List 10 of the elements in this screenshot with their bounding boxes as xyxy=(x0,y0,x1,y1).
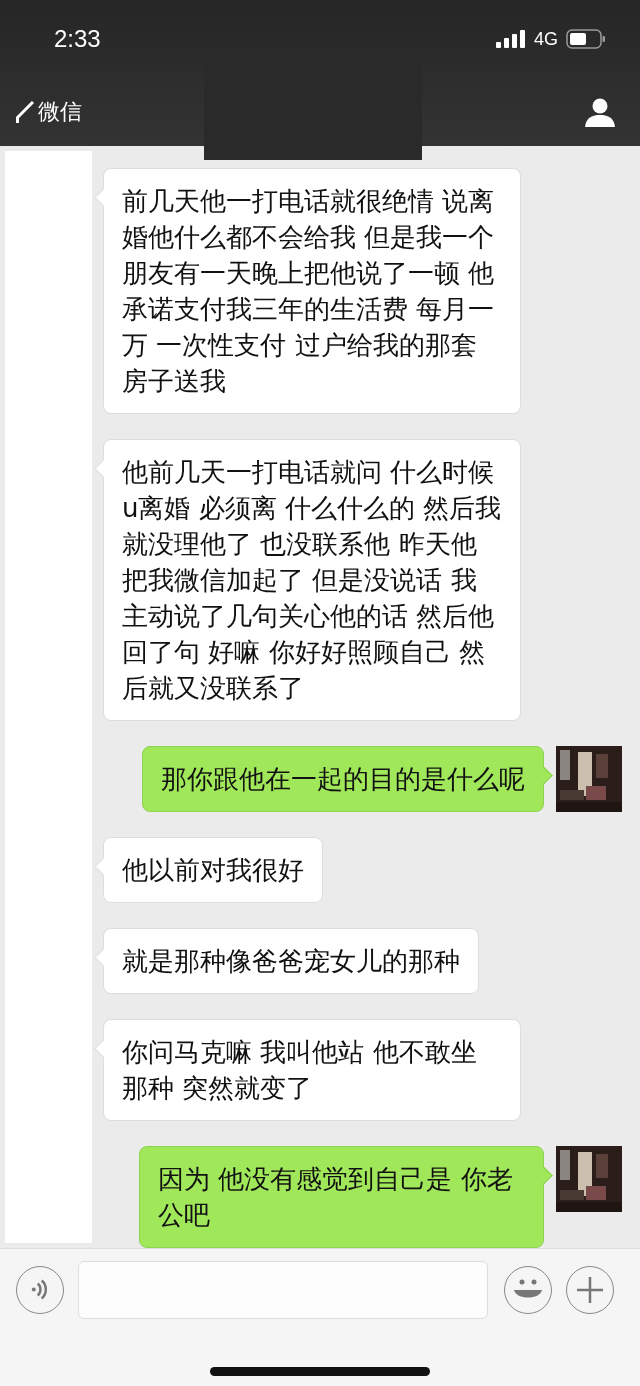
message-input[interactable] xyxy=(78,1260,488,1319)
back-icon xyxy=(16,100,34,123)
battery-icon xyxy=(566,29,606,49)
plus-icon xyxy=(576,1275,604,1304)
status-time: 2:33 xyxy=(54,25,101,53)
signal-icon xyxy=(496,30,526,48)
voice-icon xyxy=(30,1279,50,1301)
back-link[interactable]: 微信 xyxy=(16,96,82,127)
profile-icon[interactable] xyxy=(584,96,616,127)
network-label: 4G xyxy=(534,28,558,50)
